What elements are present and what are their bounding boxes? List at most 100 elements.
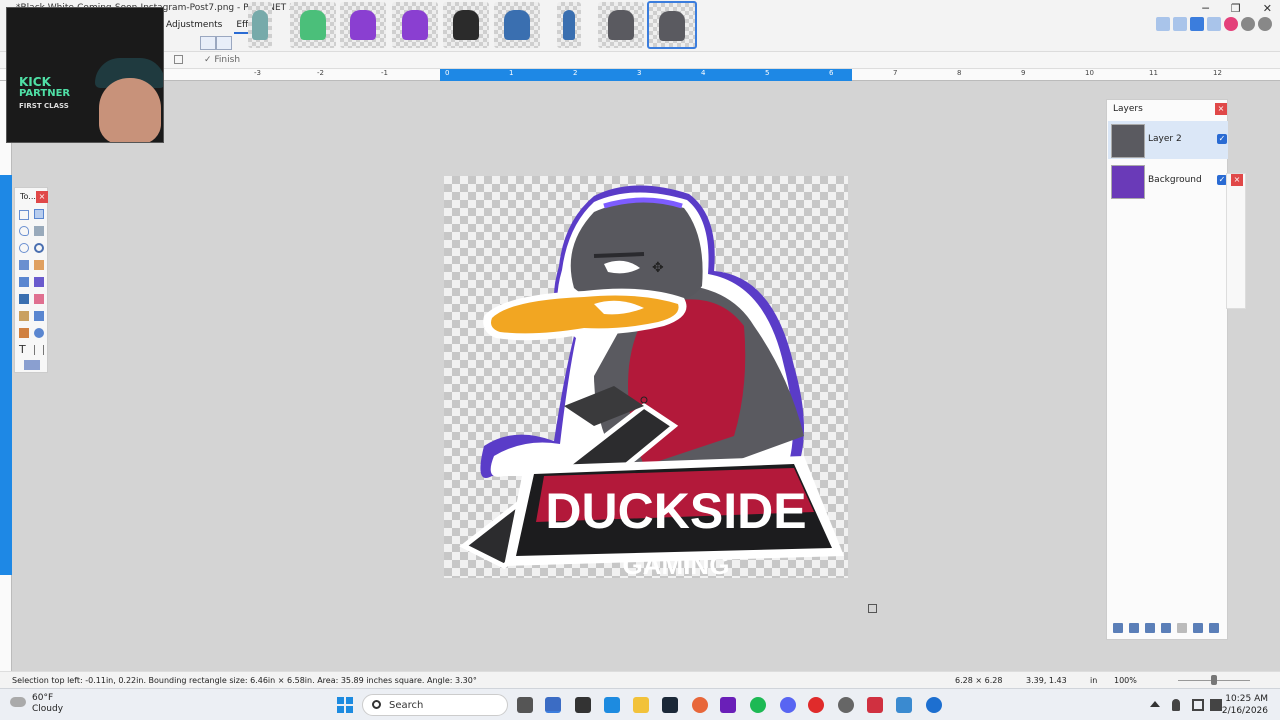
history-toggle-icon[interactable]	[1173, 17, 1187, 31]
rectangle-select-icon[interactable]	[19, 210, 29, 220]
tools-toggle-icon[interactable]	[1156, 17, 1170, 31]
close-icon[interactable]: ✕	[1263, 2, 1272, 15]
finish-label: Finish	[214, 55, 241, 65]
image-tab-4[interactable]	[392, 2, 438, 48]
image-tab-3[interactable]	[340, 2, 386, 48]
eraser-icon[interactable]	[34, 294, 44, 304]
microphone-icon[interactable]	[1172, 699, 1180, 711]
layers-window: Layers × Layer 2 ✓ Background ✓	[1106, 99, 1228, 640]
ruler-tick: 9	[1021, 69, 1026, 77]
image-tab-5[interactable]	[443, 2, 489, 48]
line-curve-icon[interactable]	[34, 345, 44, 355]
record-icon[interactable]	[808, 697, 824, 713]
status-bar: Selection top left: -0.11in, 0.22in. Bou…	[0, 671, 1280, 688]
start-button[interactable]	[337, 697, 353, 713]
add-layer-icon[interactable]	[1113, 623, 1123, 633]
discord-icon[interactable]	[780, 697, 796, 713]
zoom-icon[interactable]	[34, 243, 44, 253]
lasso-icon[interactable]	[19, 226, 29, 236]
ruler-tick: 4	[701, 69, 706, 77]
pan-icon[interactable]	[34, 260, 44, 270]
layers-title: Layers	[1113, 104, 1143, 114]
file-explorer-icon[interactable]	[633, 697, 649, 713]
status-text: Selection top left: -0.11in, 0.22in. Bou…	[12, 676, 477, 685]
ruler-tick: 0	[445, 69, 450, 77]
network-icon[interactable]	[1192, 699, 1204, 711]
utility-icons	[1156, 17, 1272, 31]
tools-close-button[interactable]: ×	[36, 191, 48, 203]
selection-mode-icon[interactable]	[174, 55, 183, 64]
magic-wand-icon[interactable]	[19, 260, 29, 270]
zoom-level[interactable]: 100%	[1114, 676, 1137, 685]
ruler-tick: 8	[957, 69, 962, 77]
ruler-tick: -3	[254, 69, 261, 77]
task-view-icon[interactable]	[517, 697, 533, 713]
menu-adjustments[interactable]: Adjustments	[164, 18, 224, 34]
kick-icon[interactable]	[720, 697, 736, 713]
image-tab-2[interactable]	[290, 2, 336, 48]
layers-toggle-icon[interactable]	[1190, 17, 1204, 31]
move-pixels-icon[interactable]	[34, 226, 44, 236]
cursor-position: 3.39, 1.43	[1026, 676, 1067, 685]
shapes-icon[interactable]	[24, 360, 40, 370]
pencil-icon[interactable]	[19, 311, 29, 321]
pixel-grid-button[interactable]	[200, 36, 216, 50]
unit-selector[interactable]: in	[1090, 676, 1097, 685]
image-canvas[interactable]: DUCKSIDE GAMING ✥	[444, 176, 848, 578]
app-icon[interactable]	[838, 697, 854, 713]
app-icon[interactable]	[575, 697, 591, 713]
image-tab-8[interactable]	[598, 2, 644, 48]
canvas-resize-handle-icon[interactable]	[868, 604, 877, 613]
steam-icon[interactable]	[662, 697, 678, 713]
gradient-icon[interactable]	[34, 277, 44, 287]
layer-visibility-checkbox[interactable]: ✓	[1217, 134, 1227, 144]
clone-stamp-icon[interactable]	[19, 328, 29, 338]
notepad-icon[interactable]	[604, 697, 620, 713]
rulers-button[interactable]	[216, 36, 232, 50]
gear-icon[interactable]	[1241, 17, 1255, 31]
colors-toggle-icon[interactable]	[1207, 17, 1221, 31]
delete-layer-icon[interactable]	[1129, 623, 1139, 633]
move-up-icon[interactable]	[1177, 623, 1187, 633]
merge-layer-icon[interactable]	[1161, 623, 1171, 633]
layer-properties-icon[interactable]	[1209, 623, 1219, 633]
firefox-icon[interactable]	[692, 697, 708, 713]
ruler-selection-highlight	[440, 69, 852, 81]
ellipse-select-icon[interactable]	[19, 243, 29, 253]
clock[interactable]: 10:25 AM 2/16/2026	[1222, 693, 1268, 717]
finish-button[interactable]: ✓ Finish	[204, 55, 240, 65]
restore-icon[interactable]: ❐	[1231, 2, 1241, 15]
app-icon[interactable]	[926, 697, 942, 713]
app-icon[interactable]	[867, 697, 883, 713]
recolor-icon[interactable]	[34, 328, 44, 338]
minimize-icon[interactable]: ─	[1202, 2, 1209, 15]
badge-line: PARTNER	[19, 88, 71, 99]
image-tab-selected[interactable]	[647, 1, 697, 49]
image-tab-1[interactable]	[248, 2, 272, 48]
move-selection-icon[interactable]	[34, 209, 44, 219]
badge-line: KICK	[19, 75, 51, 89]
spotify-icon[interactable]	[750, 697, 766, 713]
color-picker-icon[interactable]	[34, 311, 44, 321]
move-down-icon[interactable]	[1193, 623, 1203, 633]
horizontal-ruler: -3 -2 -1 0 1 2 3 4 5 6 7 8 9 10 11 12	[0, 69, 1280, 81]
app-icon[interactable]	[896, 697, 912, 713]
history-close-button[interactable]: ×	[1231, 174, 1243, 186]
layer-row-layer2[interactable]: Layer 2 ✓	[1108, 121, 1228, 159]
duplicate-layer-icon[interactable]	[1145, 623, 1155, 633]
taskbar-search[interactable]: Search	[362, 694, 508, 716]
volume-icon[interactable]	[1210, 699, 1222, 711]
text-icon[interactable]: T	[19, 343, 31, 356]
palette-icon[interactable]	[1224, 17, 1238, 31]
image-tab-7[interactable]	[557, 2, 581, 48]
paint-bucket-icon[interactable]	[19, 277, 29, 287]
layer-row-background[interactable]: Background ✓	[1108, 162, 1228, 200]
layers-close-button[interactable]: ×	[1215, 103, 1227, 115]
paintnet-taskbar-icon[interactable]	[545, 697, 561, 713]
paintbrush-icon[interactable]	[19, 294, 29, 304]
clock-date: 2/16/2026	[1221, 706, 1268, 716]
help-icon[interactable]	[1258, 17, 1272, 31]
chevron-up-icon[interactable]	[1150, 701, 1160, 707]
zoom-slider-knob[interactable]	[1211, 675, 1217, 685]
image-tab-6[interactable]	[494, 2, 540, 48]
